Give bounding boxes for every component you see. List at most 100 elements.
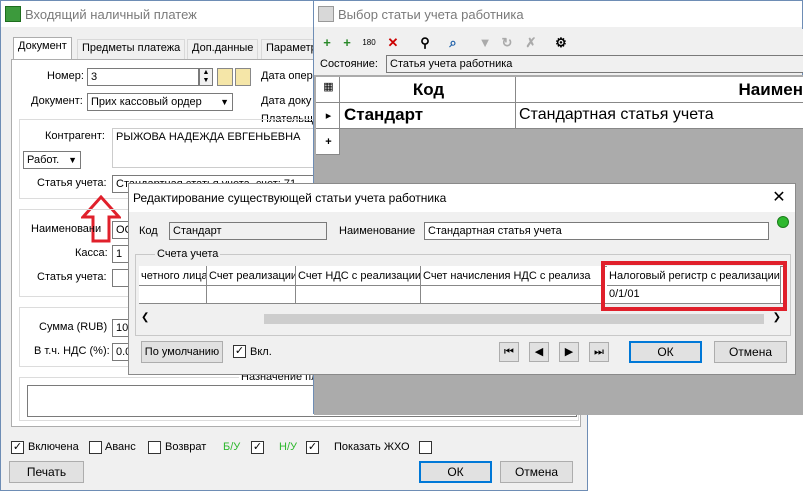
print-button[interactable]: Печать xyxy=(9,461,84,483)
status-field: Статья учета работника xyxy=(386,55,803,73)
doc-select[interactable]: Прих кассовый ордер ▼ xyxy=(87,93,233,111)
accounts-cell-person[interactable] xyxy=(139,286,207,304)
chevron-down-icon: ▼ xyxy=(68,155,77,165)
return-label: Возврат xyxy=(165,441,207,453)
name-label: Наименование xyxy=(339,225,416,237)
account-item-label: Статья учета: xyxy=(37,177,107,189)
add-row-button[interactable]: + xyxy=(316,129,340,155)
first-record-icon[interactable]: ⏮ xyxy=(499,342,519,362)
refresh-icon[interactable] xyxy=(235,68,251,86)
close-icon[interactable]: ✕ xyxy=(769,188,789,208)
account-item2-label: Статья учета: xyxy=(37,271,107,283)
enabled-label: Вкл. xyxy=(250,346,272,358)
select-window-icon xyxy=(318,6,334,22)
scroll-right-icon[interactable]: ❯ xyxy=(773,312,781,323)
lock-icon[interactable] xyxy=(217,68,233,86)
edit-dialog-title: Редактирование существующей статьи учета… xyxy=(133,191,447,205)
dialog-ok-button[interactable]: ОК xyxy=(629,341,702,363)
tab-extra-data[interactable]: Доп.данные xyxy=(187,39,259,59)
row-code-cell[interactable]: Стандарт xyxy=(340,103,516,129)
accounts-label: Счета учета xyxy=(155,248,221,260)
nu-checkbox[interactable]: ✓ xyxy=(306,441,319,454)
name-label: Наименовани xyxy=(31,223,102,235)
next-record-icon[interactable]: ▶ xyxy=(559,342,579,362)
reload-icon[interactable]: ↻ xyxy=(498,35,516,51)
select-window-title: Выбор статьи учета работника xyxy=(338,6,524,22)
advance-label: Аванс xyxy=(105,441,136,453)
date-oper-label: Дата опер xyxy=(261,70,313,82)
column-header-code-text: Код xyxy=(412,80,445,99)
vat-label: В т.ч. НДС (%): xyxy=(34,345,110,357)
show-zho-checkbox[interactable] xyxy=(419,441,432,454)
included-label: Включена xyxy=(28,441,79,453)
number-spin[interactable]: ▲ ▼ xyxy=(199,68,213,86)
bu-checkbox[interactable]: ✓ xyxy=(251,441,264,454)
row-code-text: Стандарт xyxy=(344,105,424,124)
doc-select-value: Прих кассовый ордер xyxy=(91,96,202,108)
bu-label: Б/У xyxy=(223,441,241,453)
status-indicator-icon xyxy=(777,216,789,228)
tools-icon[interactable]: ⚙ xyxy=(552,35,570,51)
doc-label: Документ: xyxy=(31,95,83,107)
accounts-cell-vat[interactable] xyxy=(296,286,421,304)
accounts-column-vat-accrual[interactable]: Счет начисления НДС с реализа xyxy=(421,266,603,286)
edit-dialog-titlebar: Редактирование существующей статьи учета… xyxy=(129,184,795,212)
tab-payment-items[interactable]: Предметы платежа xyxy=(77,39,186,59)
binoculars-icon[interactable]: ⚲ xyxy=(416,35,434,51)
chevron-down-icon: ▼ xyxy=(220,97,229,107)
advance-checkbox[interactable] xyxy=(89,441,102,454)
dialog-cancel-button[interactable]: Отмена xyxy=(714,341,787,363)
status-label: Состояние: xyxy=(320,58,378,70)
accounts-column-person[interactable]: четного лица xyxy=(139,266,207,286)
type-select[interactable]: Работ. ▼ xyxy=(23,151,81,169)
main-window-title: Входящий наличный платеж xyxy=(25,6,197,22)
show-zho-label: Показать ЖХО xyxy=(334,441,410,453)
date-doc-label: Дата доку xyxy=(261,95,312,107)
nu-label: Н/У xyxy=(279,441,297,453)
add-copy-icon[interactable]: + xyxy=(338,35,356,51)
default-button[interactable]: По умолчанию xyxy=(141,341,223,363)
delete-icon[interactable]: ✕ xyxy=(384,35,402,51)
grid-corner-icon[interactable]: ▦ xyxy=(316,77,340,103)
accounts-column-sales[interactable]: Счет реализации xyxy=(207,266,296,286)
edit-account-item-dialog: Редактирование существующей статьи учета… xyxy=(128,183,796,375)
counterparty-field[interactable]: РЫЖОВА НАДЕЖДА ЕВГЕНЬЕВНА xyxy=(112,128,322,168)
enabled-checkbox[interactable]: ✓ xyxy=(233,345,246,358)
accounts-cell-vat-accrual[interactable] xyxy=(421,286,603,304)
cash-label: Касса: xyxy=(75,247,108,259)
add-icon[interactable]: + xyxy=(318,35,336,51)
name-field[interactable]: Стандартная статья учета xyxy=(424,222,769,240)
row-indicator[interactable]: ▸ xyxy=(316,103,340,129)
number-label: Номер: xyxy=(47,70,84,82)
return-checkbox[interactable] xyxy=(148,441,161,454)
accounts-column-vat[interactable]: Счет НДС с реализации xyxy=(296,266,421,286)
column-header-name-text: Наимен xyxy=(738,80,803,99)
scroll-left-icon[interactable]: ❮ xyxy=(141,312,149,323)
filter-clear-icon[interactable]: ✗ xyxy=(522,35,540,51)
included-checkbox[interactable]: ✓ xyxy=(11,441,24,454)
last-record-icon[interactable]: ⏭ xyxy=(589,342,609,362)
select-titlebar: Выбор статьи учета работника xyxy=(314,1,802,27)
type-select-value: Работ. xyxy=(27,154,60,166)
app-icon xyxy=(5,6,21,22)
main-ok-button[interactable]: ОК xyxy=(419,461,492,483)
tab-document[interactable]: Документ xyxy=(13,37,72,59)
filter-icon[interactable]: ▼ xyxy=(476,35,494,51)
main-cancel-button[interactable]: Отмена xyxy=(500,461,573,483)
prev-record-icon[interactable]: ◀ xyxy=(529,342,549,362)
tax-register-highlight xyxy=(601,261,787,311)
number-field[interactable]: 3 xyxy=(87,68,199,86)
code-field: Стандарт xyxy=(169,222,327,240)
scroll-thumb[interactable] xyxy=(264,314,764,324)
counterparty-label: Контрагент: xyxy=(45,130,105,142)
code-label: Код xyxy=(139,225,158,237)
counter-icon[interactable]: 180 xyxy=(358,35,380,51)
horizontal-scrollbar[interactable]: ❮ ❯ xyxy=(139,312,785,326)
row-name-text: Стандартная статья учета xyxy=(519,106,714,123)
row-name-cell[interactable]: Стандартная статья учета xyxy=(516,103,803,129)
sum-label: Сумма (RUB) xyxy=(39,321,108,333)
accounts-cell-sales[interactable] xyxy=(207,286,296,304)
column-header-code[interactable]: Код xyxy=(340,77,516,103)
column-header-name[interactable]: Наимен xyxy=(516,77,803,103)
search-icon[interactable]: ⌕ xyxy=(444,35,462,51)
